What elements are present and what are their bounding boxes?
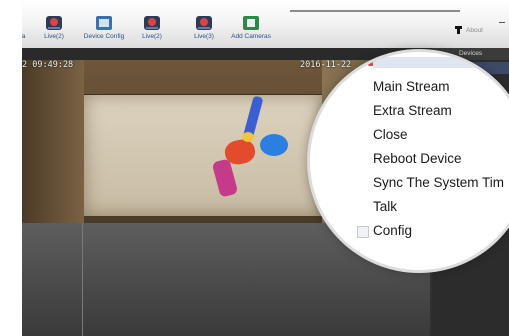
toolbar-button-device-config[interactable]: Device Config (78, 14, 130, 48)
menu-item-extra-stream[interactable]: Extra Stream (373, 99, 504, 123)
monitor-icon (96, 16, 112, 30)
toolbar-button-live-2[interactable]: Live(2) (136, 14, 168, 48)
video-wall-left (22, 60, 84, 223)
add-camera-icon (243, 16, 259, 30)
toolbar-button-label: Live(2) (44, 33, 64, 40)
toolbar-buttons: Ma Live(2) Device Config Live(2) Live(3)… (22, 14, 322, 48)
video-floor (84, 94, 322, 216)
video-toy-highlight (242, 132, 254, 142)
toolbar-button-label: Live(3) (194, 33, 214, 40)
about-icon (455, 26, 462, 34)
toolbar-button-add-cameras[interactable]: Add Cameras (228, 14, 274, 48)
toolbar-button-label: Add Cameras (231, 33, 271, 40)
osd-time: 2 09:49:28 (22, 60, 74, 70)
menu-item-config[interactable]: Config (373, 219, 504, 243)
camera-icon (46, 16, 62, 30)
toolbar-partial-item[interactable]: Ma (22, 14, 28, 48)
menu-item-close[interactable]: Close (373, 123, 504, 147)
menu-item-main-stream[interactable]: Main Stream (373, 75, 504, 99)
video-toy-ball (260, 134, 288, 156)
context-menu: Main Stream Extra Stream Close Reboot De… (373, 75, 504, 243)
about-label: About (466, 26, 483, 34)
grid-divider (82, 223, 83, 336)
menu-item-reboot-device[interactable]: Reboot Device (373, 147, 504, 171)
selected-device-row (373, 57, 493, 68)
toolbar-partial-label: Ma (22, 33, 26, 40)
video-edge (84, 94, 322, 95)
toolbar-button-live-1[interactable]: Live(2) (38, 14, 70, 48)
top-toolbar: Ma Live(2) Device Config Live(2) Live(3)… (22, 0, 509, 48)
about-button[interactable]: About (455, 26, 483, 34)
camera-icon (196, 16, 212, 30)
menu-item-talk[interactable]: Talk (373, 195, 504, 219)
menu-item-sync-time[interactable]: Sync The System Tim (373, 171, 504, 195)
camera-icon (144, 16, 160, 30)
toolbar-button-label: Device Config (83, 33, 125, 40)
toolbar-button-label: Live(2) (142, 33, 162, 40)
minimize-icon[interactable] (499, 22, 505, 23)
config-icon (357, 226, 369, 238)
osd-date: 2016-11-22 (300, 60, 352, 70)
title-divider (290, 10, 460, 12)
toolbar-button-live-3[interactable]: Live(3) (188, 14, 220, 48)
